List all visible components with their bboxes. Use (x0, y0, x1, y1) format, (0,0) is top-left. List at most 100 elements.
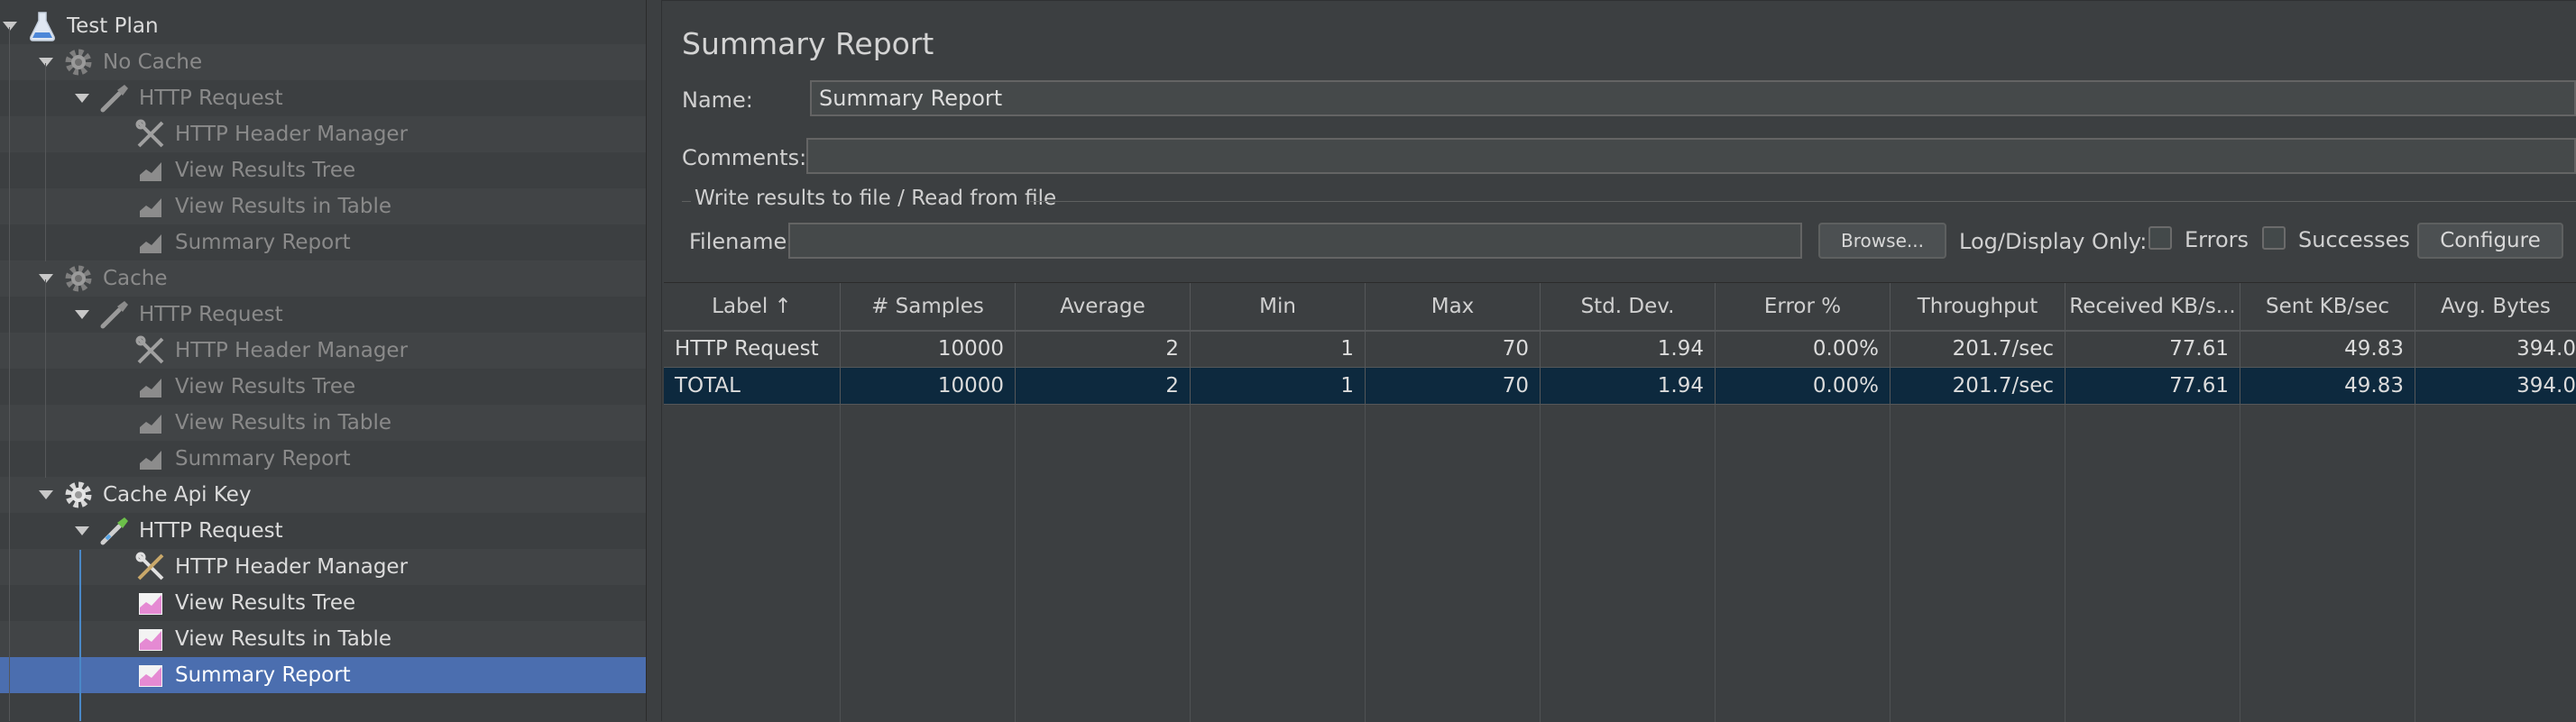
tree-item-http-header-manager[interactable]: HTTP Header Manager (0, 333, 646, 369)
column-gridline (1715, 405, 1716, 722)
tree-item-label: View Results Tree (175, 591, 356, 615)
cell-std-dev: 1.94 (1541, 368, 1716, 404)
cell-received: 77.61 (2065, 331, 2240, 367)
expand-toggle-icon[interactable] (72, 297, 92, 333)
tree-item-label: Summary Report (175, 447, 351, 471)
cell-avg-bytes: 394.0 (2516, 374, 2576, 398)
cell-throughput: 201.7/sec (1891, 331, 2065, 367)
cell-min: 1 (1191, 331, 1366, 367)
column-header-min[interactable]: Min (1191, 283, 1366, 330)
cell-error-pct: 0.00% (1716, 368, 1891, 404)
column-header-received[interactable]: Received KB/s... (2065, 283, 2240, 330)
summary-report-panel: Summary Report Name: Summary Report Comm… (662, 0, 2576, 722)
tree-item-http-request[interactable]: HTTP Request (0, 297, 646, 333)
tree-item-label: HTTP Request (139, 303, 283, 326)
tree-item-view-results-tree[interactable]: View Results Tree (0, 585, 646, 621)
chart-icon (133, 370, 168, 404)
pipette-icon (97, 514, 132, 548)
column-header-sent[interactable]: Sent KB/sec (2240, 283, 2415, 330)
column-header-throughput[interactable]: Throughput (1891, 283, 2065, 330)
tree-item-view-results-in-table[interactable]: View Results in Table (0, 188, 646, 224)
tree-item-no-cache[interactable]: No Cache (0, 44, 646, 80)
tree-item-http-header-manager[interactable]: HTTP Header Manager (0, 549, 646, 585)
tree-item-label: Cache Api Key (103, 483, 252, 507)
group-title: Write results to file / Read from file (695, 187, 1057, 210)
tree-guide-line (45, 279, 46, 478)
tree-item-label: Summary Report (175, 663, 351, 687)
column-header-average[interactable]: Average (1016, 283, 1191, 330)
filename-field[interactable] (788, 223, 1802, 259)
successes-checkbox[interactable] (2262, 226, 2286, 250)
table-row[interactable]: HTTP Request 10000 2 1 70 1.94 0.00% 201… (664, 331, 2576, 367)
tree-item-summary-report[interactable]: Summary Report (0, 441, 646, 477)
tree-item-label: View Results in Table (175, 411, 392, 434)
split-pane-divider[interactable] (646, 0, 662, 721)
gear-icon (61, 45, 96, 79)
cell-sent: 49.83 (2240, 331, 2415, 367)
tree-item-http-header-manager[interactable]: HTTP Header Manager (0, 116, 646, 152)
column-header-avg-bytes[interactable]: Avg. Bytes (2415, 283, 2576, 330)
tree-item-view-results-tree[interactable]: View Results Tree (0, 152, 646, 188)
chart-icon (133, 442, 168, 476)
tree-item-label: HTTP Request (139, 87, 283, 110)
tree-item-http-request[interactable]: HTTP Request (0, 513, 646, 549)
tree-item-label: HTTP Request (139, 519, 283, 543)
column-header-error-pct[interactable]: Error % (1716, 283, 1891, 330)
errors-label: Errors (2185, 227, 2249, 252)
expand-toggle-icon[interactable] (72, 80, 92, 116)
browse-button[interactable]: Browse... (1818, 223, 1946, 259)
filename-label: Filename (689, 229, 787, 254)
expand-toggle-icon[interactable] (36, 260, 56, 297)
chart-icon (133, 153, 168, 187)
gear-icon (61, 478, 96, 512)
tree-item-label: HTTP Header Manager (175, 123, 409, 146)
tree-item-view-results-in-table[interactable]: View Results in Table (0, 405, 646, 441)
tree-item-summary-report[interactable]: Summary Report (0, 224, 646, 260)
page-title: Summary Report (682, 26, 934, 61)
tree-item-cache-api-key[interactable]: Cache Api Key (0, 477, 646, 513)
cell-label: HTTP Request (664, 331, 841, 367)
row-separator (664, 404, 2576, 405)
errors-checkbox[interactable] (2148, 226, 2172, 250)
cell-samples: 10000 (841, 368, 1016, 404)
gear-icon (61, 261, 96, 296)
comments-label: Comments: (682, 145, 807, 170)
column-header-samples[interactable]: # Samples (841, 283, 1016, 330)
comments-field[interactable] (806, 138, 2576, 174)
table-row-total[interactable]: TOTAL 10000 2 1 70 1.94 0.00% 201.7/sec … (664, 368, 2576, 404)
name-field[interactable]: Summary Report (810, 80, 2576, 116)
column-header-max[interactable]: Max (1366, 283, 1541, 330)
chart-icon (133, 622, 168, 656)
expand-toggle-icon[interactable] (36, 44, 56, 80)
cell-received: 77.61 (2065, 368, 2240, 404)
tree-item-label: Test Plan (67, 14, 159, 38)
tree-item-http-request[interactable]: HTTP Request (0, 80, 646, 116)
tree-item-summary-report-selected[interactable]: Summary Report (0, 657, 646, 693)
tools-icon (133, 550, 168, 584)
table-header: Label ↑ # Samples Average Min Max Std. D… (664, 282, 2576, 332)
tree-item-label: HTTP Header Manager (175, 339, 409, 362)
column-header-label[interactable]: Label ↑ (664, 283, 841, 330)
test-plan-tree[interactable]: Test Plan No Cache HTTP Request HTTP Hea… (0, 0, 646, 721)
tree-guide-line (9, 27, 10, 721)
cell-std-dev: 1.94 (1541, 331, 1716, 367)
name-label: Name: (682, 87, 753, 113)
tree-item-view-results-in-table[interactable]: View Results in Table (0, 621, 646, 657)
cell-max: 70 (1366, 331, 1541, 367)
summary-table[interactable]: Label ↑ # Samples Average Min Max Std. D… (664, 282, 2576, 722)
column-gridline (1890, 405, 1891, 722)
tree-item-cache[interactable]: Cache (0, 260, 646, 297)
expand-toggle-icon[interactable] (0, 8, 20, 44)
column-header-std-dev[interactable]: Std. Dev. (1541, 283, 1716, 330)
tree-selection-guide-line (79, 550, 81, 721)
flask-icon (25, 9, 60, 43)
cell-label: TOTAL (664, 368, 841, 404)
tree-item-label: View Results Tree (175, 375, 356, 398)
expand-toggle-icon[interactable] (36, 477, 56, 513)
configure-button[interactable]: Configure (2417, 223, 2563, 259)
cell-max: 70 (1366, 368, 1541, 404)
cell-throughput: 201.7/sec (1891, 368, 2065, 404)
tree-item-test-plan[interactable]: Test Plan (0, 8, 646, 44)
tree-item-view-results-tree[interactable]: View Results Tree (0, 369, 646, 405)
expand-toggle-icon[interactable] (72, 513, 92, 549)
